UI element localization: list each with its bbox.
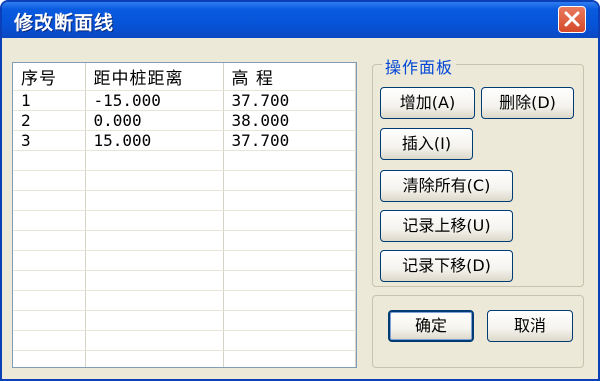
column-header-elevation[interactable]: 高 程: [223, 63, 356, 91]
delete-button[interactable]: 删除(D): [481, 87, 574, 119]
column-header-index[interactable]: 序号: [13, 63, 86, 91]
ok-button[interactable]: 确定: [388, 310, 474, 342]
operation-panel-title: 操作面板: [382, 54, 457, 78]
move-up-button[interactable]: 记录上移(U): [380, 210, 513, 242]
empty-row[interactable]: [13, 310, 356, 331]
empty-row[interactable]: [13, 270, 356, 291]
empty-row[interactable]: [13, 170, 356, 191]
close-button[interactable]: [558, 6, 586, 33]
add-button[interactable]: 增加(A): [380, 87, 475, 119]
cell-offset[interactable]: -15.000: [85, 90, 224, 111]
empty-row[interactable]: [13, 190, 356, 211]
empty-row[interactable]: [13, 210, 356, 231]
cell-index[interactable]: 3: [13, 130, 86, 151]
cell-offset[interactable]: 0.000: [85, 110, 224, 131]
grid-header-row: 序号 距中桩距离 高 程: [13, 63, 356, 91]
empty-row[interactable]: [13, 290, 356, 311]
empty-row[interactable]: [13, 250, 356, 271]
move-down-button[interactable]: 记录下移(D): [380, 250, 513, 282]
table-row[interactable]: 2 0.000 38.000: [13, 110, 356, 131]
cell-index[interactable]: 1: [13, 90, 86, 111]
insert-button[interactable]: 插入(I): [380, 128, 473, 160]
empty-row[interactable]: [13, 350, 356, 367]
cell-index[interactable]: 2: [13, 110, 86, 131]
empty-row[interactable]: [13, 330, 356, 351]
table-row[interactable]: 3 15.000 37.700: [13, 130, 356, 151]
table-row[interactable]: 1 -15.000 37.700: [13, 90, 356, 111]
modify-section-dialog: 修改断面线 序号 距中桩距离 高 程 1 -15.000 37.700 2 0.…: [0, 0, 600, 381]
window-title: 修改断面线: [14, 12, 115, 34]
column-header-offset[interactable]: 距中桩距离: [85, 63, 224, 91]
title-bar[interactable]: 修改断面线: [2, 2, 598, 38]
cell-elevation[interactable]: 37.700: [223, 130, 356, 151]
cell-elevation[interactable]: 37.700: [223, 90, 356, 111]
section-data-grid[interactable]: 序号 距中桩距离 高 程 1 -15.000 37.700 2 0.000 38…: [12, 62, 357, 368]
cancel-button[interactable]: 取消: [487, 310, 573, 342]
cell-elevation[interactable]: 38.000: [223, 110, 356, 131]
cell-offset[interactable]: 15.000: [85, 130, 224, 151]
close-icon: [564, 11, 580, 27]
empty-row[interactable]: [13, 150, 356, 171]
empty-row[interactable]: [13, 230, 356, 251]
clear-all-button[interactable]: 清除所有(C): [380, 170, 513, 202]
